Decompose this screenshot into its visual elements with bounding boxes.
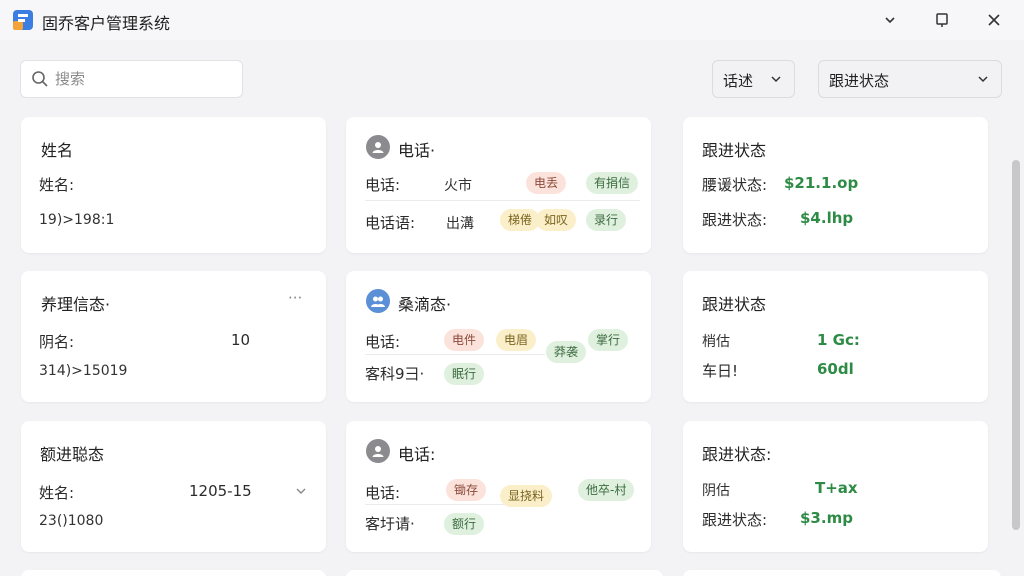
customer-card[interactable]: 养理信态· ··· 阴名: 10 314)>15019	[21, 271, 326, 402]
close-icon	[988, 14, 1000, 26]
status-tag: 如叹	[536, 209, 577, 231]
follow-status-dropdown[interactable]: 跟进状态	[818, 60, 1002, 98]
card-title: 电话:	[398, 445, 436, 464]
search-box[interactable]	[20, 60, 243, 98]
card-field-value: 火市	[444, 178, 472, 194]
card-field-value: 出溝	[446, 216, 474, 232]
card-peek	[346, 570, 663, 576]
avatar	[366, 439, 390, 463]
status-tag: 他卒-村	[578, 479, 635, 501]
title-bar: 固乔客户管理系统	[0, 0, 1024, 40]
card-field-label: 电话:	[365, 176, 401, 194]
user-icon	[372, 446, 384, 457]
card-field-label: 腰谖状态:	[702, 176, 768, 194]
card-amount: T+ax	[815, 479, 858, 497]
chevron-down-icon	[771, 76, 781, 83]
card-field-value: 1205-15	[189, 482, 252, 500]
status-tag: 梯倦	[500, 209, 541, 231]
customer-card[interactable]: 桑滴态· 电话: 电件 电眉 莽袭 掌行 客科9彐· 眠行	[346, 271, 651, 402]
avatar	[366, 135, 390, 159]
card-field-value: 10	[231, 331, 251, 349]
row-divider	[365, 504, 505, 505]
status-tag: 莽袭	[546, 341, 587, 363]
card-field-value: 19)>198:1	[39, 212, 115, 228]
window-title: 固乔客户管理系统	[42, 14, 171, 33]
card-peek	[683, 570, 1001, 576]
status-tag: 电件	[444, 329, 485, 351]
status-tag: 电眉	[496, 329, 537, 351]
card-field-label: 跟进状态:	[702, 511, 768, 529]
scrollbar-thumb[interactable]	[1012, 160, 1020, 530]
card-field-label: 车日!	[702, 362, 739, 380]
status-tag: 录行	[586, 209, 627, 231]
status-tag: 显挠料	[500, 485, 553, 507]
card-title: 桑滴态·	[398, 295, 452, 314]
customer-card[interactable]: 跟进状态: 阴估 T+ax 跟进状态: $3.mp	[683, 421, 988, 552]
card-field-label: 电话:	[365, 333, 401, 351]
card-field-label: 客科9彐·	[365, 365, 425, 383]
customer-card[interactable]: 跟进状态 腰谖状态: $21.1.op 跟进状态: $4.lhp	[683, 117, 988, 253]
status-tag: 掌行	[588, 329, 629, 351]
card-field-label: 跟进状态:	[702, 211, 768, 229]
chevron-down-icon	[978, 76, 988, 83]
card-field-label: 姓名:	[39, 176, 75, 194]
status-tag: 有捐信	[586, 172, 639, 194]
card-title: 额进聪态	[40, 445, 105, 464]
card-field-label: 姓名:	[39, 484, 75, 502]
avatar	[366, 289, 390, 313]
window-restore-icon	[936, 13, 948, 27]
card-title: 跟进状态	[702, 295, 767, 314]
customer-card[interactable]: 电话· 电话: 火市 电丢 有捐信 电话语: 出溝 梯倦 如叹 录行	[346, 117, 651, 253]
card-amount: 1 Gc:	[817, 331, 860, 349]
row-divider	[365, 200, 640, 201]
card-field-label: 电话:	[365, 484, 401, 502]
customer-card[interactable]: 跟进状态 梢估 1 Gc: 车日! 60dl	[683, 271, 988, 402]
card-field-value: 23()1080	[39, 513, 104, 529]
close-button[interactable]	[982, 8, 1006, 32]
card-field-label: 电话语:	[365, 214, 416, 232]
customer-card[interactable]: 额进聪态 姓名: 1205-15 23()1080	[21, 421, 326, 552]
status-tag: 额行	[444, 513, 485, 535]
card-amount: $3.mp	[800, 509, 853, 527]
card-field-value: 314)>15019	[39, 363, 128, 379]
app-logo-icon	[13, 10, 33, 30]
card-field-label: 阴名:	[39, 333, 75, 351]
card-amount: $21.1.op	[784, 174, 859, 192]
filter-dropdown-1[interactable]: 话述	[712, 60, 795, 98]
search-icon	[32, 71, 48, 87]
card-title: 养理信态·	[41, 295, 111, 314]
group-icon	[371, 296, 385, 307]
card-title: 跟进状态:	[702, 445, 772, 464]
card-title: 电话·	[398, 141, 436, 160]
card-field-label: 梢估	[702, 334, 730, 350]
card-field-label: 阴估	[702, 483, 730, 499]
follow-status-dropdown-label: 跟进状态	[829, 72, 890, 90]
chevron-down-icon[interactable]	[295, 485, 307, 497]
card-amount: 60dl	[817, 360, 854, 378]
chevron-down-icon	[885, 17, 895, 24]
status-tag: 眠行	[444, 363, 485, 385]
customer-card[interactable]: 姓名 姓名: 19)>198:1	[21, 117, 326, 253]
user-icon	[372, 142, 384, 153]
card-amount: $4.lhp	[800, 209, 854, 227]
status-tag: 锄存	[446, 479, 487, 501]
status-tag: 电丢	[526, 172, 567, 194]
filter-dropdown-1-label: 话述	[723, 72, 754, 90]
card-title: 姓名	[41, 141, 74, 160]
customer-card[interactable]: 电话: 电话: 锄存 显挠料 他卒-村 客圩请· 额行	[346, 421, 651, 552]
card-title: 跟进状态	[702, 141, 767, 160]
search-input[interactable]	[55, 67, 235, 91]
restore-button[interactable]	[930, 8, 954, 32]
row-divider	[365, 354, 545, 355]
card-field-label: 客圩请·	[365, 515, 415, 533]
card-peek	[21, 570, 326, 576]
more-options-button[interactable]: ···	[288, 289, 302, 307]
minimize-button[interactable]	[878, 8, 902, 32]
